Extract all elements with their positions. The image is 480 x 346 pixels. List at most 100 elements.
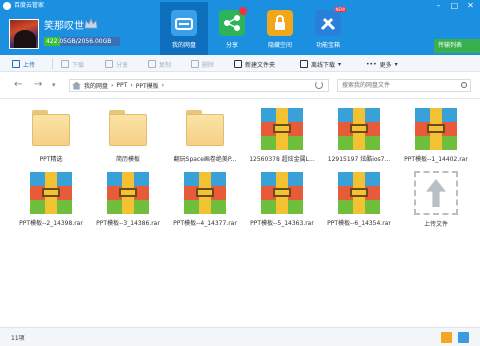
nav-hidden-space[interactable]: 隐藏空间 — [256, 2, 304, 55]
app-title: 百度云管家 — [14, 2, 45, 9]
nav-toolbox[interactable]: NEW 功能宝箱 — [304, 2, 352, 55]
trash-icon — [191, 60, 199, 68]
upload-file-item[interactable]: 上传文件 — [398, 168, 474, 234]
back-arrow-icon[interactable]: ← — [14, 79, 22, 90]
file-name: PPT精选 — [39, 156, 63, 163]
archive-icon — [338, 108, 380, 150]
file-item[interactable]: PPT模板--1_14402.rar — [398, 104, 474, 170]
search-icon[interactable] — [461, 82, 467, 88]
file-item[interactable]: 翻玩Space画卷绝美P... — [167, 104, 243, 170]
window-controls: – □ ✕ — [432, 1, 477, 11]
offline-download-label: 离线下载 — [311, 61, 336, 69]
maximize-icon[interactable]: □ — [448, 1, 461, 11]
file-item[interactable]: PPT模板--5_14363.rar — [244, 168, 320, 234]
new-folder-label: 新建文件夹 — [245, 61, 276, 69]
share-button[interactable]: 分享 — [105, 59, 128, 69]
more-label: 更多 — [379, 61, 392, 69]
breadcrumb-separator-icon: › — [130, 82, 133, 89]
folder-icon — [184, 108, 226, 150]
minimize-icon[interactable]: – — [432, 1, 445, 11]
file-item[interactable]: PPT模板--3_14386.rar — [90, 168, 166, 234]
transfer-label: 传输列表 — [438, 42, 463, 49]
chevron-down-icon: ▾ — [394, 60, 398, 68]
breadcrumb-item[interactable]: 我的网盘 — [84, 81, 108, 90]
header: 百度云管家 – □ ✕ 笑那叹世 422.05GB/2056.00GB 我的网盘… — [0, 0, 480, 55]
copy-icon — [148, 60, 156, 68]
search-input[interactable]: 搜索我的网盘文件 — [337, 79, 471, 92]
file-name: 上传文件 — [423, 221, 448, 228]
file-item[interactable]: 12560378 超炫金属L... — [244, 104, 320, 170]
refresh-icon[interactable] — [315, 81, 323, 89]
file-item[interactable]: 简历模板 — [90, 104, 166, 170]
archive-icon — [415, 108, 457, 150]
quota-bar: 422.05GB/2056.00GB — [44, 37, 120, 46]
address-bar: ← → ▾ 我的网盘 › PPT › PPT模板 › 搜索我的网盘文件 — [0, 72, 480, 99]
file-item[interactable]: PPT模板--6_14354.rar — [321, 168, 397, 234]
offline-download-button[interactable]: 离线下载 ▾ — [300, 59, 341, 69]
home-icon[interactable] — [72, 81, 81, 90]
breadcrumb-item[interactable]: PPT — [116, 82, 127, 89]
breadcrumb-separator-icon: › — [161, 82, 165, 89]
upload-label: 上传 — [23, 61, 36, 69]
crown-icon[interactable] — [84, 18, 98, 30]
folder-icon — [107, 108, 149, 150]
transfer-list-button[interactable]: 传输列表 — [434, 39, 480, 53]
file-name: 12915197 炫酷ios7... — [327, 156, 391, 163]
download-icon — [61, 60, 69, 68]
item-count: 11项 — [11, 335, 25, 342]
notification-badge — [239, 7, 247, 15]
new-folder-button[interactable]: 新建文件夹 — [234, 59, 275, 69]
avatar[interactable] — [9, 19, 39, 49]
history-dropdown-icon[interactable]: ▾ — [52, 81, 56, 89]
file-item[interactable]: 12915197 炫酷ios7... — [321, 104, 397, 170]
more-icon: ••• — [366, 60, 377, 68]
file-name: PPT模板--5_14363.rar — [250, 220, 314, 227]
app-logo-icon — [3, 2, 11, 10]
forward-arrow-icon[interactable]: → — [34, 79, 42, 90]
copy-label: 复制 — [159, 61, 172, 69]
archive-icon — [261, 172, 303, 214]
nav-label: 分享 — [225, 42, 238, 49]
copy-button[interactable]: 复制 — [148, 59, 171, 69]
grid-view-icon[interactable] — [458, 332, 469, 343]
download-button[interactable]: 下载 — [61, 59, 84, 69]
toolbar: 上传 下载 分享 复制 删除 新建文件夹 离线下载 ▾ ••• 更多 ▾ — [0, 55, 480, 72]
file-name: 简历模板 — [115, 156, 140, 163]
nav-my-disk[interactable]: 我的网盘 — [160, 2, 208, 55]
list-view-icon[interactable] — [441, 332, 452, 343]
nav-share[interactable]: 分享 — [208, 2, 256, 55]
file-name: PPT模板--2_14398.rar — [19, 220, 83, 227]
share-label: 分享 — [116, 61, 129, 69]
delete-button[interactable]: 删除 — [191, 59, 214, 69]
archive-icon — [261, 108, 303, 150]
upload-arrow-icon — [414, 171, 458, 215]
close-icon[interactable]: ✕ — [464, 1, 477, 11]
search-placeholder: 搜索我的网盘文件 — [342, 82, 391, 89]
user-name[interactable]: 笑那叹世 — [44, 17, 84, 32]
file-name: 12560378 超炫金属L... — [249, 156, 315, 163]
share-icon — [105, 60, 113, 68]
more-button[interactable]: ••• 更多 ▾ — [366, 59, 398, 69]
quota-text: 422.05GB/2056.00GB — [46, 38, 112, 45]
file-name: PPT模板--4_14377.rar — [173, 220, 237, 227]
file-name: PPT模板--6_14354.rar — [327, 220, 391, 227]
new-folder-icon — [234, 60, 242, 68]
status-bar: 11项 — [0, 327, 480, 346]
file-item[interactable]: PPT模板--2_14398.rar — [13, 168, 89, 234]
share-icon — [219, 7, 247, 36]
nav-label: 我的网盘 — [171, 42, 196, 49]
new-badge: NEW — [334, 7, 346, 12]
toolbox-icon: NEW — [315, 7, 346, 36]
file-name: 翻玩Space画卷绝美P... — [173, 156, 237, 163]
upload-button[interactable]: 上传 — [12, 59, 35, 69]
file-item[interactable]: PPT模板--4_14377.rar — [167, 168, 243, 234]
breadcrumb-separator-icon: › — [111, 82, 114, 89]
file-item[interactable]: PPT精选 — [13, 104, 89, 170]
lock-icon — [267, 10, 293, 36]
upload-icon — [12, 60, 20, 68]
breadcrumb-item[interactable]: PPT模板 — [136, 81, 159, 90]
breadcrumb: 我的网盘 › PPT › PPT模板 › — [69, 79, 329, 92]
cloud-disk-icon — [171, 10, 197, 36]
archive-icon — [184, 172, 226, 214]
archive-icon — [30, 172, 72, 214]
